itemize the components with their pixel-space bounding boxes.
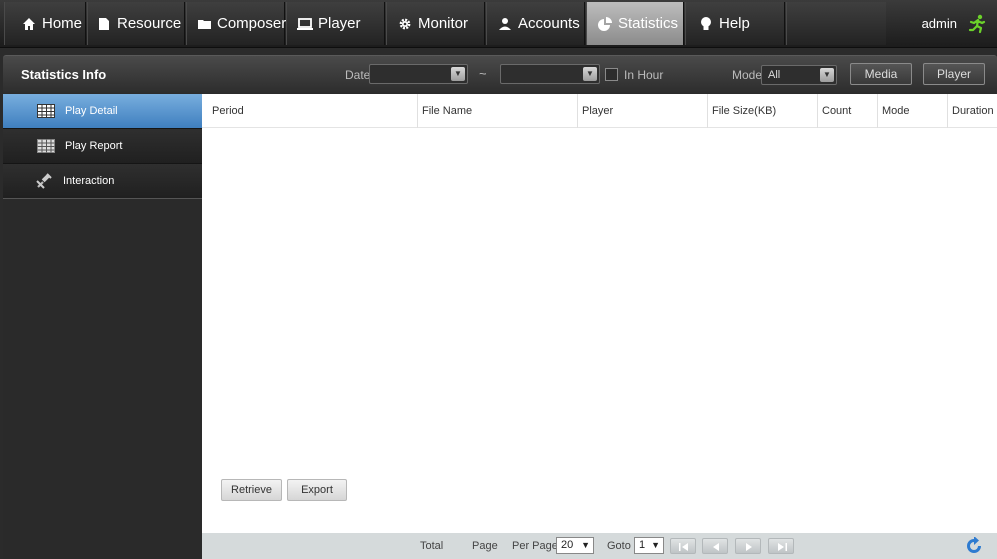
last-page-button[interactable] [768,538,794,554]
next-page-icon [746,543,752,551]
grid-table-icon [35,103,57,119]
in-hour-checkbox[interactable] [605,68,618,81]
prev-page-icon [713,543,719,551]
chevron-down-icon: ▼ [651,540,660,550]
column-header-count[interactable]: Count [817,94,877,128]
retrieve-button[interactable]: Retrieve [221,479,282,501]
chevron-down-icon: ▼ [583,67,597,81]
next-page-button[interactable] [735,538,761,554]
sidebar-item-interaction[interactable]: Interaction [3,164,202,199]
in-hour-label: In Hour [624,68,664,82]
first-page-icon [679,543,688,551]
last-page-icon [778,543,787,551]
sidebar-item-play-detail[interactable]: Play Detail [3,94,202,129]
nav-statistics[interactable]: Statistics [586,2,684,45]
top-navigation: Home Resource Composer Player Monitor Ac… [0,0,997,48]
folder-icon [197,16,212,32]
prev-page-button[interactable] [702,538,728,554]
nav-player[interactable]: Player [286,2,385,45]
column-header-file-size[interactable]: File Size(KB) [707,94,817,128]
nav-monitor[interactable]: Monitor [386,2,485,45]
per-page-label: Per Page [512,540,558,552]
nav-label: Player [318,15,361,32]
nav-label: Composer [217,15,287,32]
filter-toolbar: Statistics Info Date ▼ ~ ▼ In Hour Mode … [3,55,997,93]
column-header-mode[interactable]: Mode [877,94,947,128]
nav-home[interactable]: Home [4,2,86,45]
mode-select[interactable]: All ▼ [761,65,837,85]
column-header-file-name[interactable]: File Name [417,94,577,128]
gear-icon [397,16,413,32]
media-button[interactable]: Media [850,63,912,85]
goto-page-select[interactable]: 1 ▼ [634,537,664,554]
nav-composer[interactable]: Composer [186,2,287,45]
nav-label: Accounts [518,15,580,32]
column-header-player[interactable]: Player [577,94,707,128]
date-label: Date [345,68,371,82]
date-from-select[interactable]: ▼ [369,64,468,84]
chevron-down-icon: ▼ [581,540,590,550]
satellite-icon [33,173,55,189]
nav-accounts[interactable]: Accounts [486,2,585,45]
app-window: Home Resource Composer Player Monitor Ac… [0,0,997,559]
monitor-icon [297,16,313,32]
nav-label: Monitor [418,15,469,32]
sidebar-item-label: Play Detail [65,105,118,117]
column-header-duration[interactable]: Duration [947,94,997,128]
logout-runner-icon[interactable] [967,14,987,34]
total-label: Total [420,540,444,552]
refresh-icon[interactable] [965,536,983,555]
chevron-down-icon: ▼ [820,68,834,82]
date-range-separator: ~ [479,66,487,81]
page-title: Statistics Info [21,67,107,82]
home-icon [21,16,37,32]
table-header: Period File Name Player File Size(KB) Co… [202,94,997,128]
nav-label: Resource [117,15,182,32]
chevron-down-icon: ▼ [451,67,465,81]
pie-chart-icon [597,16,613,32]
nav-help[interactable]: Help [685,2,785,45]
current-user: admin [921,16,957,31]
first-page-button[interactable] [670,538,696,554]
sidebar-item-label: Interaction [63,175,115,187]
player-button[interactable]: Player [923,63,985,85]
lightbulb-icon [698,16,714,32]
pagination-bar: Total Page Per Page 20 ▼ Goto 1 ▼ [202,533,997,559]
per-page-select[interactable]: 20 ▼ [556,537,594,554]
nav-resource[interactable]: Resource [87,2,185,45]
export-button[interactable]: Export [287,479,347,501]
nav-label: Statistics [618,15,679,32]
user-icon [497,16,513,32]
column-header-period[interactable]: Period [208,94,418,128]
nav-label: Home [42,15,83,32]
mode-label: Mode [732,68,763,82]
date-to-select[interactable]: ▼ [500,64,600,84]
document-icon [96,16,112,32]
main-panel: Period File Name Player File Size(KB) Co… [202,94,997,533]
nav-label: Help [719,15,750,32]
sidebar: Play Detail Play Report Interaction [3,94,202,559]
nav-spacer [786,2,886,45]
grid-table-icon [35,138,57,154]
sidebar-item-label: Play Report [65,140,123,152]
goto-label: Goto [607,540,631,552]
page-label: Page [472,540,498,552]
sidebar-item-play-report[interactable]: Play Report [3,129,202,164]
